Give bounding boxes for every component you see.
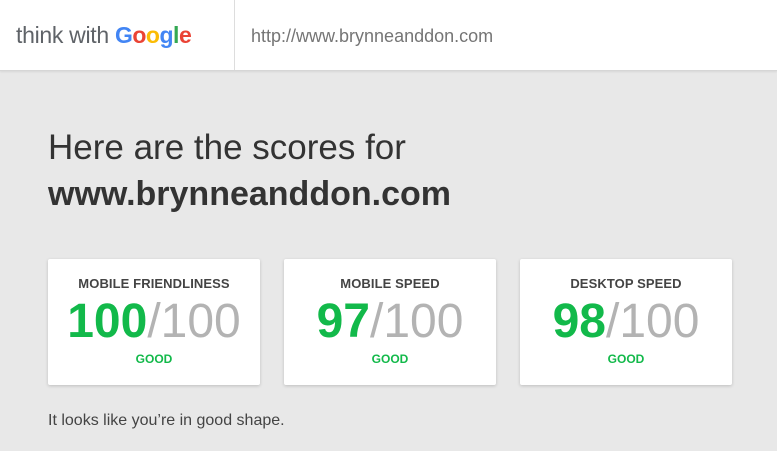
summary-message: It looks like you’re in good shape. [48, 412, 285, 429]
logo-prefix: think with [16, 22, 115, 48]
score-line: 97/100 [284, 295, 496, 349]
score-line: 100/100 [48, 295, 260, 349]
score-line: 98/100 [520, 295, 732, 349]
card-title: MOBILE SPEED [340, 276, 440, 291]
score-value: 98 [552, 295, 606, 348]
think-with-google-logo[interactable]: think with Google [16, 20, 192, 50]
score-card-desktop-speed: DESKTOP SPEED 98/100 GOOD [520, 259, 732, 385]
top-header: think with Google http://www.brynneanddo… [0, 0, 777, 71]
score-max: /100 [605, 295, 700, 348]
card-title: MOBILE FRIENDLINESS [78, 276, 230, 291]
page-headline: Here are the scores for [48, 128, 406, 167]
score-card-mobile-speed: MOBILE SPEED 97/100 GOOD [284, 259, 496, 385]
score-card-mobile-friendliness: MOBILE FRIENDLINESS 100/100 GOOD [48, 259, 260, 385]
tested-url: http://www.brynneanddon.com [251, 26, 494, 46]
score-max: /100 [147, 295, 241, 348]
tested-domain: www.brynneanddon.com [48, 175, 451, 213]
rating-label: GOOD [371, 352, 409, 366]
rating-label: GOOD [135, 352, 173, 366]
card-title: DESKTOP SPEED [570, 276, 682, 291]
score-max: /100 [369, 295, 464, 348]
header-divider [234, 0, 235, 70]
score-value: 100 [67, 295, 148, 348]
google-wordmark: Google [114, 22, 192, 48]
score-value: 97 [316, 295, 370, 348]
rating-label: GOOD [607, 352, 645, 366]
